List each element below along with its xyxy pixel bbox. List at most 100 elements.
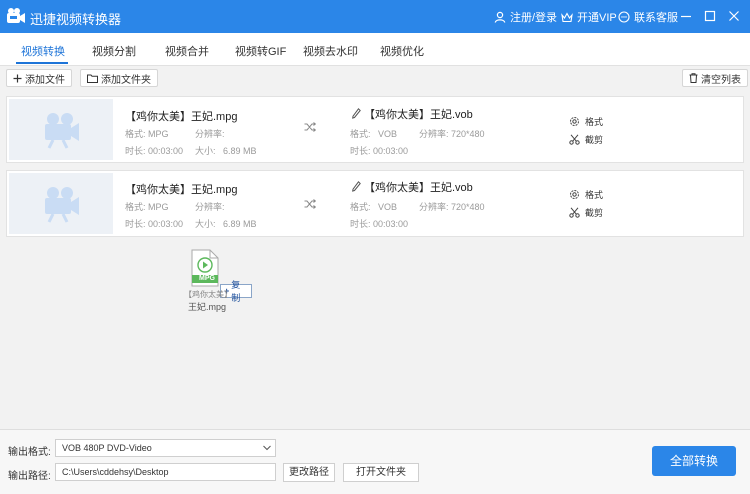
target-format: 格式: VOB: [350, 200, 397, 213]
minimize-icon[interactable]: [679, 9, 693, 23]
target-file-name: 【鸡你太美】王妃.vob: [364, 182, 473, 194]
tab-video-optimize[interactable]: 视频优化: [380, 43, 424, 59]
copy-label: 复制: [231, 280, 241, 303]
plus-icon: [13, 74, 22, 82]
resolution-value: 720*480: [451, 202, 485, 212]
duration-value: 00:03:00: [373, 146, 409, 156]
drag-file-ghost[interactable]: MPG + 复制 【鸡你太美】 王妃.mpg: [182, 249, 252, 313]
cut-action-label: 截剪: [585, 208, 604, 218]
close-icon[interactable]: [727, 9, 741, 23]
source-duration: 时长: 00:03:00: [125, 217, 183, 230]
target-resolution: 分辨率: 720*480: [419, 200, 485, 213]
format-value: MPG: [148, 129, 169, 139]
target-file-name: 【鸡你太美】王妃.vob: [364, 109, 473, 121]
scissors-icon: [569, 134, 580, 145]
tab-video-split[interactable]: 视频分割: [92, 43, 136, 59]
duration-value: 00:03:00: [148, 146, 184, 156]
source-file-name: 【鸡你太美】王妃.mpg: [125, 184, 238, 196]
vip-button[interactable]: 开通VIP: [561, 9, 617, 25]
output-format-select[interactable]: VOB 480P DVD-Video: [55, 439, 276, 457]
edit-icon[interactable]: [352, 181, 361, 192]
size-label: 大小:: [195, 146, 216, 156]
edit-icon[interactable]: [352, 108, 361, 119]
target-format: 格式: VOB: [350, 127, 397, 140]
file-type-badge: MPG: [199, 275, 215, 282]
duration-label: 时长:: [125, 219, 146, 229]
file-item[interactable]: 【鸡你太美】王妃.mpg 格式: MPG 分辨率: 时长: 00:03:00 大…: [6, 96, 744, 163]
duration-label: 时长:: [350, 146, 371, 156]
video-camera-icon: [45, 113, 79, 149]
chat-icon: [618, 11, 630, 23]
cut-action-label: 截剪: [585, 135, 604, 145]
trash-icon: [689, 73, 698, 83]
drag-file-name-line1: 【鸡你太美】: [184, 290, 232, 299]
resolution-value: 720*480: [451, 129, 485, 139]
gear-icon: [570, 190, 579, 199]
tab-bar: 视频转换 视频分割 视频合并 视频转GIF 视频去水印 视频优化: [0, 33, 750, 66]
convert-all-button[interactable]: 全部转换: [652, 446, 736, 476]
clear-list-button[interactable]: 清空列表: [682, 69, 748, 87]
scissors-icon: [569, 207, 580, 218]
login-button[interactable]: 注册/登录: [494, 9, 557, 25]
drag-file-name-line2: 王妃.mpg: [188, 302, 227, 312]
source-format: 格式: MPG: [125, 200, 169, 213]
source-size: 大小: 6.89 MB: [195, 144, 257, 157]
chevron-down-icon: [263, 445, 271, 451]
file-item[interactable]: 【鸡你太美】王妃.mpg 格式: MPG 分辨率: 时长: 00:03:00 大…: [6, 170, 744, 237]
target-resolution: 分辨率: 720*480: [419, 127, 485, 140]
gear-icon: [570, 117, 579, 126]
tab-video-watermark[interactable]: 视频去水印: [303, 43, 358, 59]
duration-label: 时长:: [125, 146, 146, 156]
vip-label: 开通VIP: [577, 12, 617, 24]
shuffle-icon: [304, 122, 316, 132]
format-settings-button[interactable]: 格式: [569, 115, 603, 128]
output-path-label: 输出路径:: [8, 471, 51, 482]
folder-icon: [87, 74, 98, 83]
duration-label: 时长:: [350, 219, 371, 229]
tab-video-convert[interactable]: 视频转换: [21, 43, 65, 59]
change-path-button[interactable]: 更改路径: [283, 463, 335, 482]
video-camera-icon: [45, 187, 79, 223]
cut-button[interactable]: 截剪: [569, 206, 603, 219]
service-label: 联系客服: [634, 12, 678, 24]
target-duration: 时长: 00:03:00: [350, 217, 408, 230]
service-button[interactable]: 联系客服: [618, 9, 678, 25]
crown-icon: [561, 11, 573, 22]
format-settings-button[interactable]: 格式: [569, 188, 603, 201]
tab-video-merge[interactable]: 视频合并: [165, 43, 209, 59]
duration-value: 00:03:00: [373, 219, 409, 229]
clear-list-label: 清空列表: [701, 74, 741, 86]
login-label: 注册/登录: [510, 12, 558, 24]
size-value: 6.89 MB: [223, 146, 257, 156]
target-duration: 时长: 00:03:00: [350, 144, 408, 157]
output-format-label: 输出格式:: [8, 447, 51, 458]
tab-video-to-gif[interactable]: 视频转GIF: [235, 43, 286, 59]
format-value: MPG: [148, 202, 169, 212]
open-folder-button[interactable]: 打开文件夹: [343, 463, 419, 482]
file-toolbar: 添加文件 添加文件夹 清空列表: [0, 66, 750, 92]
format-value: VOB: [378, 129, 398, 139]
source-size: 大小: 6.89 MB: [195, 217, 257, 230]
format-action-label: 格式: [585, 190, 604, 200]
output-path-field[interactable]: C:\Users\cddehsy\Desktop: [55, 463, 276, 481]
cut-button[interactable]: 截剪: [569, 133, 603, 146]
title-bar: 迅捷视频转换器 注册/登录 开通VIP 联系客服: [0, 0, 750, 33]
active-tab-indicator: [16, 62, 68, 64]
add-folder-button[interactable]: 添加文件夹: [80, 69, 158, 87]
maximize-icon[interactable]: [703, 9, 717, 23]
size-value: 6.89 MB: [223, 219, 257, 229]
shuffle-icon: [304, 199, 316, 209]
format-label: 格式:: [125, 129, 146, 139]
video-thumbnail: [9, 99, 113, 160]
add-file-button[interactable]: 添加文件: [6, 69, 72, 87]
output-panel: 输出格式: VOB 480P DVD-Video 输出路径: C:\Users\…: [0, 429, 750, 494]
source-duration: 时长: 00:03:00: [125, 144, 183, 157]
format-label: 格式:: [350, 202, 371, 212]
add-folder-label: 添加文件夹: [101, 74, 151, 86]
duration-value: 00:03:00: [148, 219, 184, 229]
resolution-label: 分辨率:: [195, 129, 225, 139]
resolution-label: 分辨率:: [419, 202, 449, 212]
source-resolution: 分辨率:: [195, 200, 225, 213]
format-action-label: 格式: [585, 117, 604, 127]
output-format-value: VOB 480P DVD-Video: [62, 443, 152, 453]
